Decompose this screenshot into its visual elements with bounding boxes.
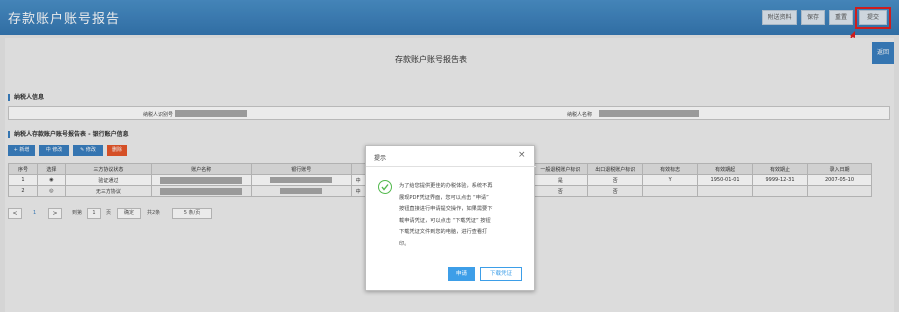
apply-button[interactable]: 申请 <box>448 267 475 281</box>
dialog-message: 为了给您提供更佳的办税体验，系统不再 展现PDF凭证界面，您可以点击 “申请” … <box>399 183 493 247</box>
dialog-title: 提示 <box>374 155 387 162</box>
dialog-divider <box>366 166 536 167</box>
download-voucher-button[interactable]: 下载凭证 <box>480 267 522 281</box>
notice-dialog: 提示 × 为了给您提供更佳的办税体验，系统不再 展现PDF凭证界面，您可以点击 … <box>365 145 536 291</box>
close-icon[interactable]: × <box>518 150 526 160</box>
success-check-icon <box>378 180 392 194</box>
